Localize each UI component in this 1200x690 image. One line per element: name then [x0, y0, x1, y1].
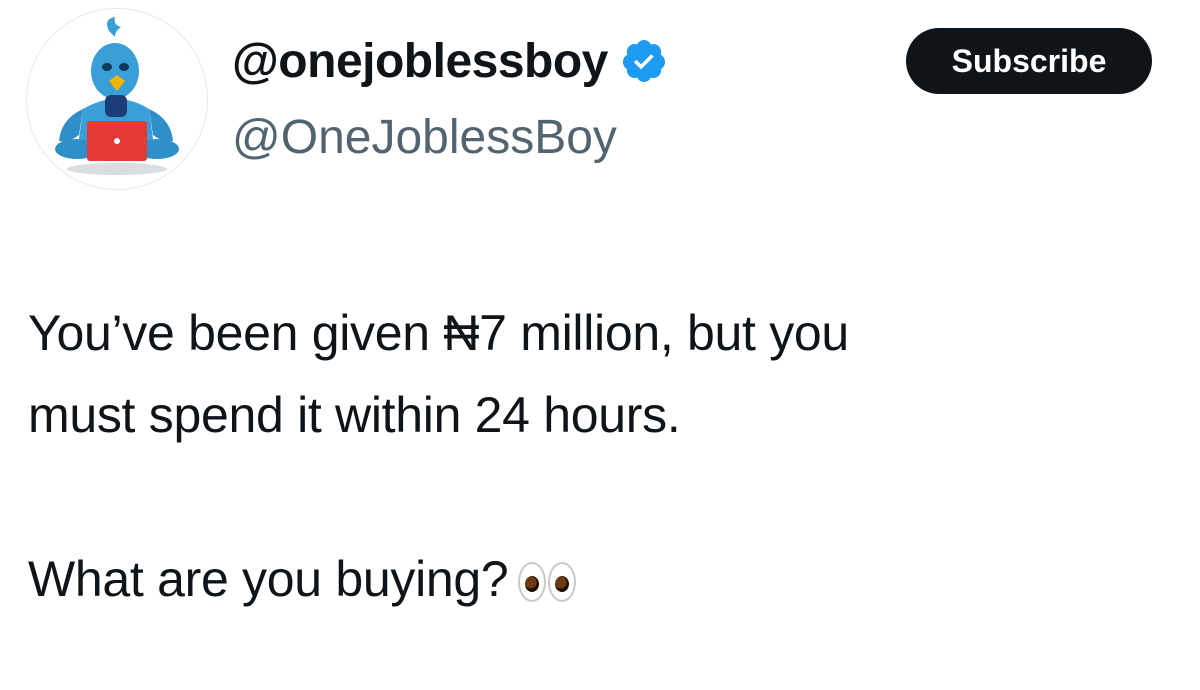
tweet-line-2: must spend it within 24 hours. [28, 387, 681, 443]
bird-with-laptop-icon [27, 9, 207, 189]
display-name-row: @onejoblessboy [232, 30, 668, 92]
eyes-emoji-icon [518, 562, 577, 602]
tweet-question: What are you buying? [28, 551, 509, 607]
tweet-line-1: You’ve been given ₦7 million, but you [28, 305, 849, 361]
subscribe-button[interactable]: Subscribe [906, 28, 1152, 94]
right-eye-icon [548, 562, 577, 602]
user-handle[interactable]: @OneJoblessBoy [232, 110, 617, 165]
tweet-text: You’ve been given ₦7 million, but you mu… [28, 292, 1178, 620]
tweet-line-3: What are you buying? [28, 538, 1178, 620]
avatar[interactable] [26, 8, 208, 190]
display-name[interactable]: @onejoblessboy [232, 34, 608, 89]
left-eye-icon [518, 562, 547, 602]
verified-badge-icon[interactable] [620, 37, 668, 85]
